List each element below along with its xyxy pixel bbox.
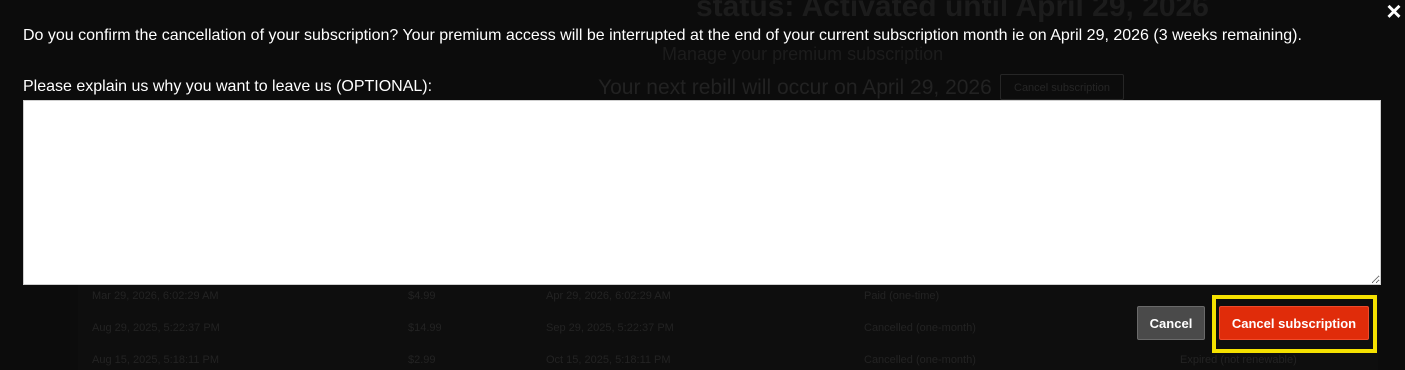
table-cell: Oct 15, 2025, 5:18:11 PM (546, 354, 671, 366)
table-cell: Paid (one-time) (864, 290, 940, 302)
cancel-button[interactable]: Cancel (1137, 306, 1205, 340)
background-cancel-subscription-button: Cancel subscription (1000, 74, 1124, 100)
table-cell: $14.99 (408, 322, 442, 334)
table-cell: Expired (not renewable) (1180, 354, 1297, 366)
table-row: Aug 15, 2025, 5:18:11 PM $2.99 Oct 15, 2… (78, 344, 1378, 370)
reason-textarea[interactable] (23, 100, 1381, 285)
background-subtitle: Manage your premium subscription (662, 44, 944, 64)
reason-label: Please explain us why you want to leave … (23, 78, 433, 95)
table-cell: $4.99 (408, 290, 436, 302)
confirm-message: Do you confirm the cancellation of your … (23, 27, 1302, 44)
table-cell: Aug 15, 2025, 5:18:11 PM (92, 354, 219, 366)
background-next-rebill: Your next rebill will occur on April 29,… (598, 76, 992, 99)
cancel-subscription-button[interactable]: Cancel subscription (1219, 306, 1369, 340)
table-cell: Sep 29, 2025, 5:22:37 PM (546, 322, 674, 334)
table-cell: Apr 29, 2026, 6:02:29 AM (546, 290, 671, 302)
table-cell: Cancelled (one-month) (864, 322, 976, 334)
table-cell: Cancelled (one-month) (864, 354, 976, 366)
close-icon[interactable]: × (1383, 0, 1405, 24)
page: status: Activated until April 29, 2026 M… (0, 0, 1405, 370)
table-cell: $2.99 (408, 354, 436, 366)
table-cell: Aug 29, 2025, 5:22:37 PM (92, 322, 220, 334)
background-status-heading: status: Activated until April 29, 2026 (696, 0, 1209, 23)
table-cell: Mar 29, 2026, 6:02:29 AM (92, 290, 219, 302)
